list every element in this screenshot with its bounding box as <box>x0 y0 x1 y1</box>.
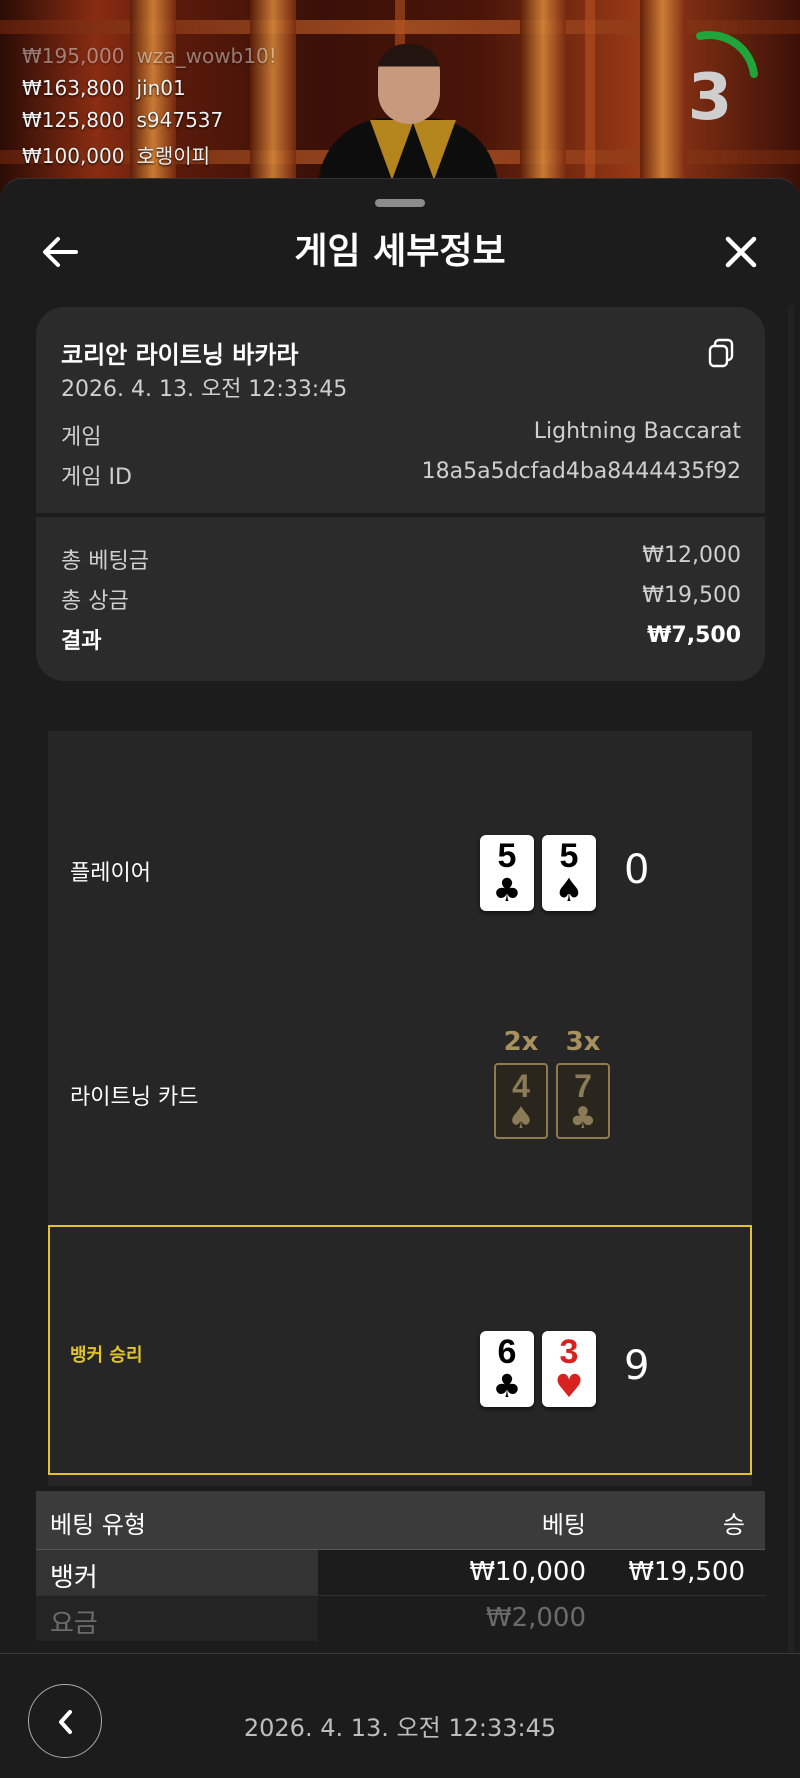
round-detail-panel: 플레이어 5 ♣ 5 ♠ 0 라이트닝 카드 2x 3x 4 ♠ 7 ♣ 뱅커 … <box>48 731 752 1486</box>
total-bet-value: ₩12,000 <box>642 543 741 568</box>
player-card: 5 ♣ <box>480 835 534 911</box>
close-button[interactable] <box>716 227 766 277</box>
page-title: 게임 세부정보 <box>294 231 506 272</box>
player-card: 5 ♠ <box>542 835 596 911</box>
game-type-label: 게임 <box>61 425 102 450</box>
card-rank: 5 <box>559 837 579 875</box>
bet-amount-cell: ₩10,000 <box>469 1557 586 1587</box>
spade-suit-icon: ♠ <box>554 871 584 909</box>
header-bet-type: 베팅 유형 <box>50 1511 146 1539</box>
recent-winner: ₩163,800 jin01 <box>22 76 186 100</box>
recent-winner: ₩100,000 호랭이피 <box>22 144 211 168</box>
club-suit-icon: ♣ <box>492 871 522 909</box>
total-win-value: ₩19,500 <box>642 583 741 608</box>
card-rank: 5 <box>497 837 517 875</box>
banker-card: 6 ♣ <box>480 1331 534 1407</box>
game-type-row: 게임 Lightning Baccarat <box>61 419 741 451</box>
banker-winner-box: 뱅커 승리 6 ♣ 3 ♥ 9 <box>48 1225 752 1475</box>
game-id-row: 게임 ID 18a5a5dcfad4ba8444435f92 <box>61 459 741 491</box>
live-video-background: ₩195,000 wza_wowb10! ₩163,800 jin01 ₩125,8… <box>0 0 800 200</box>
bets-table: 베팅 유형 베팅 승 뱅커 ₩10,000 ₩19,500 요금 ₩2,000 <box>36 1491 765 1641</box>
table-row: 요금 ₩2,000 <box>36 1595 765 1641</box>
lightning-multiplier: 3x <box>565 1027 601 1057</box>
card-rank: 7 <box>574 1068 592 1104</box>
dealer-lapel <box>370 120 414 180</box>
card-rank: 3 <box>559 1333 579 1371</box>
result-label: 결과 <box>61 629 102 654</box>
banker-card: 3 ♥ <box>542 1331 596 1407</box>
spade-suit-icon: ♠ <box>507 1101 535 1136</box>
game-type-value: Lightning Baccarat <box>533 419 741 444</box>
header-win: 승 <box>722 1511 745 1539</box>
drag-handle[interactable] <box>375 199 425 207</box>
banker-score: 9 <box>624 1343 650 1389</box>
lightning-multiplier: 2x <box>503 1027 539 1057</box>
lightning-cards-label: 라이트닝 카드 <box>70 1085 199 1110</box>
decor-pillar <box>130 0 176 200</box>
countdown-timer: 3 <box>660 30 760 130</box>
close-icon <box>725 236 757 268</box>
recent-winner: ₩195,000 wza_wowb10! <box>22 44 277 68</box>
total-win-row: 총 상금 ₩19,500 <box>61 583 741 615</box>
recent-winner: ₩125,800 s947537 <box>22 108 224 132</box>
copy-icon <box>708 338 734 368</box>
card-rank: 4 <box>512 1068 530 1104</box>
dealer-lapel <box>412 120 456 180</box>
bet-type-cell: 요금 <box>36 1596 318 1641</box>
card-rank: 6 <box>497 1333 517 1371</box>
total-bet-row: 총 베팅금 ₩12,000 <box>61 543 741 575</box>
game-name: 코리안 라이트닝 바카라 <box>61 341 299 369</box>
game-id-label: 게임 ID <box>61 465 132 490</box>
club-suit-icon: ♣ <box>492 1367 522 1405</box>
card-divider <box>36 513 765 517</box>
total-bet-label: 총 베팅금 <box>61 549 149 574</box>
table-row: 뱅커 ₩10,000 ₩19,500 <box>36 1549 765 1595</box>
game-datetime: 2026. 4. 13. 오전 12:33:45 <box>61 377 348 402</box>
total-win-label: 총 상금 <box>61 589 129 614</box>
player-label: 플레이어 <box>70 861 151 886</box>
result-row: 결과 ₩7,500 <box>61 623 741 655</box>
copy-button[interactable] <box>707 338 735 368</box>
bet-type-cell: 뱅커 <box>36 1550 318 1595</box>
lightning-card: 7 ♣ <box>556 1063 610 1139</box>
footer-bar: 2026. 4. 13. 오전 12:33:45 <box>0 1653 800 1778</box>
banker-win-label: 뱅커 승리 <box>70 1345 143 1366</box>
game-info-card: 코리안 라이트닝 바카라 2026. 4. 13. 오전 12:33:45 게임… <box>36 307 765 681</box>
game-id-value: 18a5a5dcfad4ba8444435f92 <box>421 459 741 484</box>
bets-table-header: 베팅 유형 베팅 승 <box>36 1491 765 1549</box>
win-amount-cell: ₩19,500 <box>628 1557 745 1587</box>
bet-amount-cell: ₩2,000 <box>485 1603 586 1633</box>
player-score: 0 <box>624 847 650 893</box>
club-suit-icon: ♣ <box>569 1101 597 1136</box>
round-datetime: 2026. 4. 13. 오전 12:33:45 <box>243 1714 557 1742</box>
heart-suit-icon: ♥ <box>554 1367 584 1405</box>
result-value: ₩7,500 <box>647 623 741 648</box>
scrollbar[interactable] <box>788 305 794 1778</box>
header-bet: 베팅 <box>541 1511 586 1539</box>
game-detail-sheet: 게임 세부정보 코리안 라이트닝 바카라 2026. 4. 13. 오전 12:… <box>0 178 800 1778</box>
countdown-value: 3 <box>687 61 733 135</box>
dealer-head <box>378 44 440 124</box>
decor-pillar <box>250 0 296 200</box>
lightning-card: 4 ♠ <box>494 1063 548 1139</box>
